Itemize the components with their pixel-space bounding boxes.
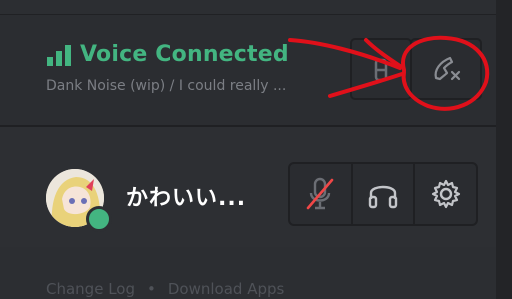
username[interactable]: かわいい... [126,180,246,212]
scrollbar-track[interactable] [496,0,512,299]
gear-icon [431,179,460,209]
footer-separator: • [147,280,156,298]
change-log-link[interactable]: Change Log [46,280,135,298]
microphone-muted-icon [307,177,334,210]
footer-links: Change Log • Download Apps [46,280,284,298]
phone-disconnect-icon [434,56,461,81]
voice-status[interactable]: Voice Connected [80,42,289,67]
signal-bars-icon [47,45,71,66]
deafen-button[interactable] [353,164,416,224]
mute-button[interactable] [290,164,353,224]
voice-channel-name[interactable]: Dank Noise (wip) / I could really ... [46,78,326,94]
download-apps-link[interactable]: Download Apps [168,280,284,298]
disconnect-button[interactable] [410,38,482,100]
online-status-dot [86,206,112,232]
settings-button[interactable] [415,164,476,224]
screen-share-icon [374,58,388,82]
headphones-icon [368,185,398,209]
user-controls [288,162,478,226]
screen-share-button[interactable] [350,38,412,100]
